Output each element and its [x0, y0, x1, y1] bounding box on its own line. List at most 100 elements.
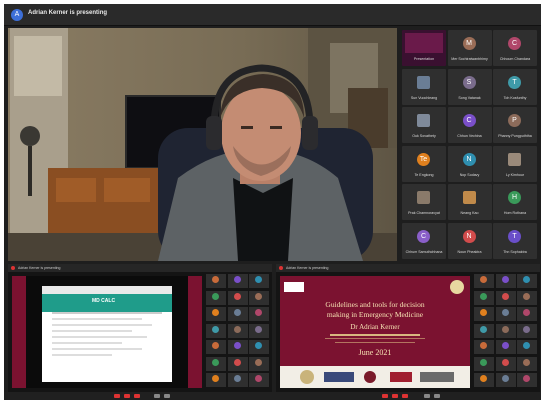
- mini-participant-tile[interactable]: [227, 340, 248, 354]
- mini-participant-tile[interactable]: [517, 356, 537, 371]
- mini-participant-tile[interactable]: [495, 307, 516, 321]
- participant-tile[interactable]: T Toh Kosfunthy: [493, 68, 537, 105]
- mini-avatar: [523, 325, 530, 333]
- mini-participant-tile[interactable]: [474, 274, 494, 288]
- participant-photo: [417, 114, 430, 127]
- participant-tile[interactable]: N Noun Pheaktra: [447, 222, 492, 259]
- mini-participant-tile[interactable]: [495, 373, 516, 387]
- mini-avatar: [523, 375, 530, 382]
- participant-avatar: C: [462, 114, 476, 127]
- participant-tile[interactable]: Sun Vuochleang: [402, 68, 446, 105]
- mini-avatar: [480, 276, 487, 283]
- mini-avatar: [233, 309, 241, 316]
- mini-participant-tile[interactable]: [495, 274, 516, 288]
- participant-tile[interactable]: Te Te Engkong: [402, 145, 446, 182]
- mini-participant-tile[interactable]: [227, 274, 248, 288]
- mini-avatar: [501, 358, 509, 366]
- participant-name: Hom Rothana: [503, 211, 527, 215]
- mini-participant-tile[interactable]: [474, 373, 494, 387]
- taskbar-control[interactable]: [134, 394, 140, 398]
- mini-avatar: [233, 276, 241, 283]
- mini-participant-tile[interactable]: [227, 323, 248, 338]
- mini-participant-tile[interactable]: [249, 340, 269, 354]
- participant-tile[interactable]: S Song Vatanak: [447, 68, 492, 105]
- mini-participant-tile[interactable]: [517, 323, 537, 338]
- participant-tile[interactable]: C Chhun Vechina: [447, 107, 492, 143]
- mini-participant-tile[interactable]: [495, 340, 516, 354]
- mini-participant-tile[interactable]: [517, 274, 537, 288]
- mini-avatar: [480, 325, 487, 333]
- participant-name: Mer Sochiratwanbhimy: [451, 57, 488, 61]
- mini-participant-tile[interactable]: [206, 356, 226, 371]
- shared-screen-left: Adrian Kerner is presenting MD CALC: [8, 264, 272, 392]
- participant-tile[interactable]: Ouk Sovathety: [402, 107, 446, 143]
- mini-participant-tile[interactable]: [474, 340, 494, 354]
- participant-tile[interactable]: Ly Kimhour: [493, 145, 537, 182]
- taskbar-control[interactable]: [392, 394, 398, 398]
- shared-bar-left: Adrian Kerner is presenting: [8, 264, 272, 272]
- participant-tile[interactable]: C Chhoum Chandara: [493, 30, 537, 66]
- record-icon: [11, 266, 15, 270]
- slide-presenter: Dr Adrian Kerner: [350, 323, 400, 331]
- mini-participant-tile[interactable]: [249, 307, 269, 321]
- taskbar-control[interactable]: [164, 394, 170, 398]
- participant-tile[interactable]: H Hom Rothana: [493, 184, 537, 220]
- mini-participant-tile[interactable]: [517, 307, 537, 321]
- mini-participant-tile[interactable]: [227, 373, 248, 387]
- mini-participant-tile[interactable]: [206, 323, 226, 338]
- taskbar-control[interactable]: [402, 394, 408, 398]
- mini-avatar: [523, 309, 530, 316]
- taskbar-control[interactable]: [382, 394, 388, 398]
- taskbar-control[interactable]: [154, 394, 160, 398]
- mini-participant-tile[interactable]: [249, 274, 269, 288]
- shared-bar-left-label: Adrian Kerner is presenting: [18, 265, 61, 270]
- mini-participant-tile[interactable]: [474, 323, 494, 338]
- participant-name: Prak Chamnoravyat: [408, 211, 440, 215]
- mini-participant-tile[interactable]: [206, 274, 226, 288]
- participant-tile[interactable]: Presentation: [402, 30, 446, 66]
- participant-tile[interactable]: P Phanny Pungpuththa: [493, 107, 537, 143]
- mini-participant-tile[interactable]: [495, 323, 516, 338]
- participant-tile[interactable]: M Mer Sochiratwanbhimy: [447, 30, 492, 66]
- mini-participant-tile[interactable]: [474, 307, 494, 321]
- participant-tile[interactable]: Neang Kao: [447, 184, 492, 220]
- mini-participant-tile[interactable]: [206, 290, 226, 305]
- mini-participant-tile[interactable]: [206, 340, 226, 354]
- participant-name: Sun Vuochleang: [410, 95, 438, 100]
- mini-participant-tile[interactable]: [517, 340, 537, 354]
- taskbar-control[interactable]: [114, 394, 120, 398]
- shared-bar-right: Adrian Kerner is presenting: [276, 264, 540, 272]
- mini-avatar: [255, 342, 262, 349]
- mini-participant-tile[interactable]: [495, 356, 516, 371]
- participant-name: Ly Kimhour: [505, 172, 525, 177]
- taskbar-control[interactable]: [434, 394, 440, 398]
- participant-tile[interactable]: Prak Chamnoravyat: [402, 184, 446, 220]
- participant-tile[interactable]: N Nop Sodavy: [447, 145, 492, 182]
- taskbar-control[interactable]: [424, 394, 430, 398]
- mini-participant-tile[interactable]: [474, 356, 494, 371]
- mini-participant-tile[interactable]: [249, 356, 269, 371]
- mini-participant-tile[interactable]: [206, 307, 226, 321]
- mini-participant-tile[interactable]: [227, 356, 248, 371]
- mini-participant-tile[interactable]: [517, 290, 537, 305]
- taskbar-control[interactable]: [124, 394, 130, 398]
- mini-participant-tile[interactable]: [227, 307, 248, 321]
- participant-tile[interactable]: T Thn Sophaktra: [493, 222, 537, 259]
- shared-browser-view[interactable]: MD CALC: [12, 276, 202, 388]
- participant-tile[interactable]: C Chhum Samuthchhana: [402, 222, 446, 259]
- mini-participant-tile[interactable]: [227, 290, 248, 305]
- mini-participant-tile[interactable]: [474, 290, 494, 305]
- main-video[interactable]: [8, 28, 397, 261]
- presenter-avatar[interactable]: A: [11, 9, 23, 21]
- mini-avatar: [501, 309, 509, 316]
- participant-name: Presentation: [413, 57, 435, 61]
- mini-participant-tile[interactable]: [206, 373, 226, 387]
- mini-participant-tile[interactable]: [249, 323, 269, 338]
- mini-participant-tile[interactable]: [249, 290, 269, 305]
- mini-avatar: [212, 358, 219, 366]
- mini-participant-tile[interactable]: [249, 373, 269, 387]
- participant-name: Nop Sodavy: [459, 172, 480, 177]
- mini-participant-tile[interactable]: [495, 290, 516, 305]
- mini-participant-tile[interactable]: [517, 373, 537, 387]
- shared-slide[interactable]: Guidelines and tools for decision making…: [280, 276, 470, 388]
